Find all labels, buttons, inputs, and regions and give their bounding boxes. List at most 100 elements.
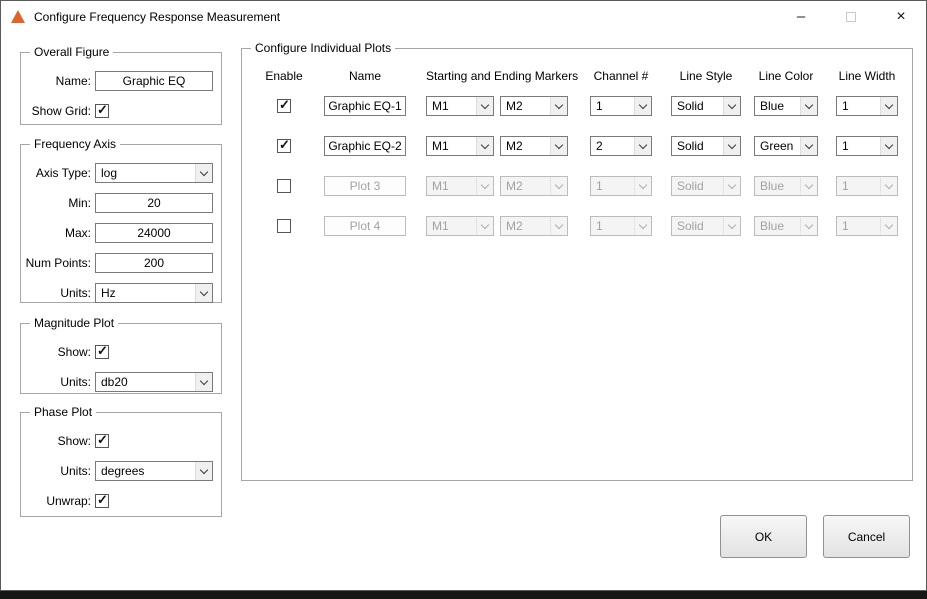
selected-value: 1: [591, 99, 634, 113]
form-row: Name:: [25, 69, 217, 93]
maximize-button[interactable]: [826, 1, 876, 32]
chevron-down-icon: [195, 462, 212, 480]
maximize-icon: [846, 12, 856, 22]
marker-end-select[interactable]: M2: [500, 96, 568, 116]
group-title: Phase Plot: [30, 405, 96, 419]
table-header-row: Enable Name Starting and Ending Markers …: [256, 67, 908, 85]
num-points-label: Num Points:: [25, 256, 91, 270]
close-button[interactable]: ×: [876, 1, 926, 32]
chevron-down-icon: [476, 137, 493, 155]
channel-select[interactable]: 2: [590, 136, 652, 156]
min-input[interactable]: [95, 193, 213, 213]
line-color-select[interactable]: Green: [754, 136, 818, 156]
marker-end-select[interactable]: M2: [500, 216, 568, 236]
plot-name-input[interactable]: [324, 96, 406, 116]
form-row: Max:: [25, 221, 217, 245]
show-grid-label: Show Grid:: [25, 104, 91, 118]
chevron-down-icon: [800, 97, 817, 115]
num-points-input[interactable]: [95, 253, 213, 273]
line-color-select[interactable]: Blue: [754, 96, 818, 116]
enable-cell: [256, 179, 312, 193]
form-row: Show Grid:: [25, 99, 217, 123]
line-style-select[interactable]: Solid: [671, 216, 741, 236]
marker-end-select[interactable]: M2: [500, 176, 568, 196]
axis-type-select[interactable]: log: [95, 163, 213, 183]
selected-value: log: [96, 166, 195, 180]
frequency-units-select[interactable]: Hz: [95, 283, 213, 303]
axis-type-label: Axis Type:: [25, 166, 91, 180]
plot-enable-checkbox[interactable]: [277, 219, 291, 233]
chevron-down-icon: [550, 97, 567, 115]
chevron-down-icon: [880, 177, 897, 195]
show-grid-checkbox[interactable]: [95, 104, 109, 118]
selected-value: Solid: [672, 139, 723, 153]
window-title: Configure Frequency Response Measurement: [34, 10, 280, 24]
plot-name-input[interactable]: [324, 136, 406, 156]
line-style-select[interactable]: Solid: [671, 176, 741, 196]
selected-value: Blue: [755, 99, 800, 113]
selected-value: Solid: [672, 219, 723, 233]
chevron-down-icon: [195, 373, 212, 391]
form-row: Units: db20: [25, 370, 217, 394]
chevron-down-icon: [195, 284, 212, 302]
line-width-select[interactable]: 1: [836, 136, 898, 156]
show-label: Show:: [25, 345, 91, 359]
name-label: Name:: [25, 74, 91, 88]
column-header-enable: Enable: [256, 69, 312, 83]
line-style-select[interactable]: Solid: [671, 96, 741, 116]
cancel-button[interactable]: Cancel: [823, 515, 910, 558]
phase-units-select[interactable]: degrees: [95, 461, 213, 481]
markers-cell: M1 M2: [426, 96, 568, 116]
marker-start-select[interactable]: M1: [426, 96, 494, 116]
line-color-select[interactable]: Blue: [754, 216, 818, 236]
chevron-down-icon: [550, 217, 567, 235]
magnitude-show-checkbox[interactable]: [95, 345, 109, 359]
plot-enable-checkbox[interactable]: [277, 179, 291, 193]
form-row: Units: Hz: [25, 281, 217, 305]
ok-button[interactable]: OK: [720, 515, 807, 558]
selected-value: M2: [501, 139, 550, 153]
plot-enable-checkbox[interactable]: [277, 139, 291, 153]
unwrap-checkbox[interactable]: [95, 494, 109, 508]
form-row: Min:: [25, 191, 217, 215]
form-row: Show:: [25, 429, 217, 453]
magnitude-plot-group: Magnitude Plot Show: Units: db20: [20, 316, 222, 394]
chevron-down-icon: [550, 137, 567, 155]
channel-select[interactable]: 1: [590, 176, 652, 196]
line-style-select[interactable]: Solid: [671, 136, 741, 156]
selected-value: M1: [427, 99, 476, 113]
channel-select[interactable]: 1: [590, 96, 652, 116]
selected-value: M1: [427, 139, 476, 153]
marker-start-select[interactable]: M1: [426, 136, 494, 156]
selected-value: 1: [837, 179, 880, 193]
line-width-select[interactable]: 1: [836, 96, 898, 116]
unwrap-label: Unwrap:: [25, 494, 91, 508]
chevron-down-icon: [880, 137, 897, 155]
selected-value: Solid: [672, 99, 723, 113]
phase-plot-group: Phase Plot Show: Units: degrees Unwrap:: [20, 405, 222, 517]
chevron-down-icon: [634, 97, 651, 115]
marker-start-select[interactable]: M1: [426, 216, 494, 236]
channel-select[interactable]: 1: [590, 216, 652, 236]
plot-enable-checkbox[interactable]: [277, 99, 291, 113]
line-width-select[interactable]: 1: [836, 176, 898, 196]
marker-end-select[interactable]: M2: [500, 136, 568, 156]
figure-name-input[interactable]: [95, 71, 213, 91]
line-width-select[interactable]: 1: [836, 216, 898, 236]
chevron-down-icon: [634, 137, 651, 155]
magnitude-units-select[interactable]: db20: [95, 372, 213, 392]
max-input[interactable]: [95, 223, 213, 243]
chevron-down-icon: [723, 177, 740, 195]
screen-edge: [0, 591, 927, 599]
minimize-button[interactable]: –: [776, 1, 826, 32]
plot-name-input[interactable]: [324, 176, 406, 196]
selected-value: 1: [837, 139, 880, 153]
markers-cell: M1 M2: [426, 216, 568, 236]
phase-show-checkbox[interactable]: [95, 434, 109, 448]
dialog-window: Configure Frequency Response Measurement…: [0, 0, 927, 591]
marker-start-select[interactable]: M1: [426, 176, 494, 196]
form-row: Units: degrees: [25, 459, 217, 483]
selected-value: 1: [591, 179, 634, 193]
plot-name-input[interactable]: [324, 216, 406, 236]
line-color-select[interactable]: Blue: [754, 176, 818, 196]
